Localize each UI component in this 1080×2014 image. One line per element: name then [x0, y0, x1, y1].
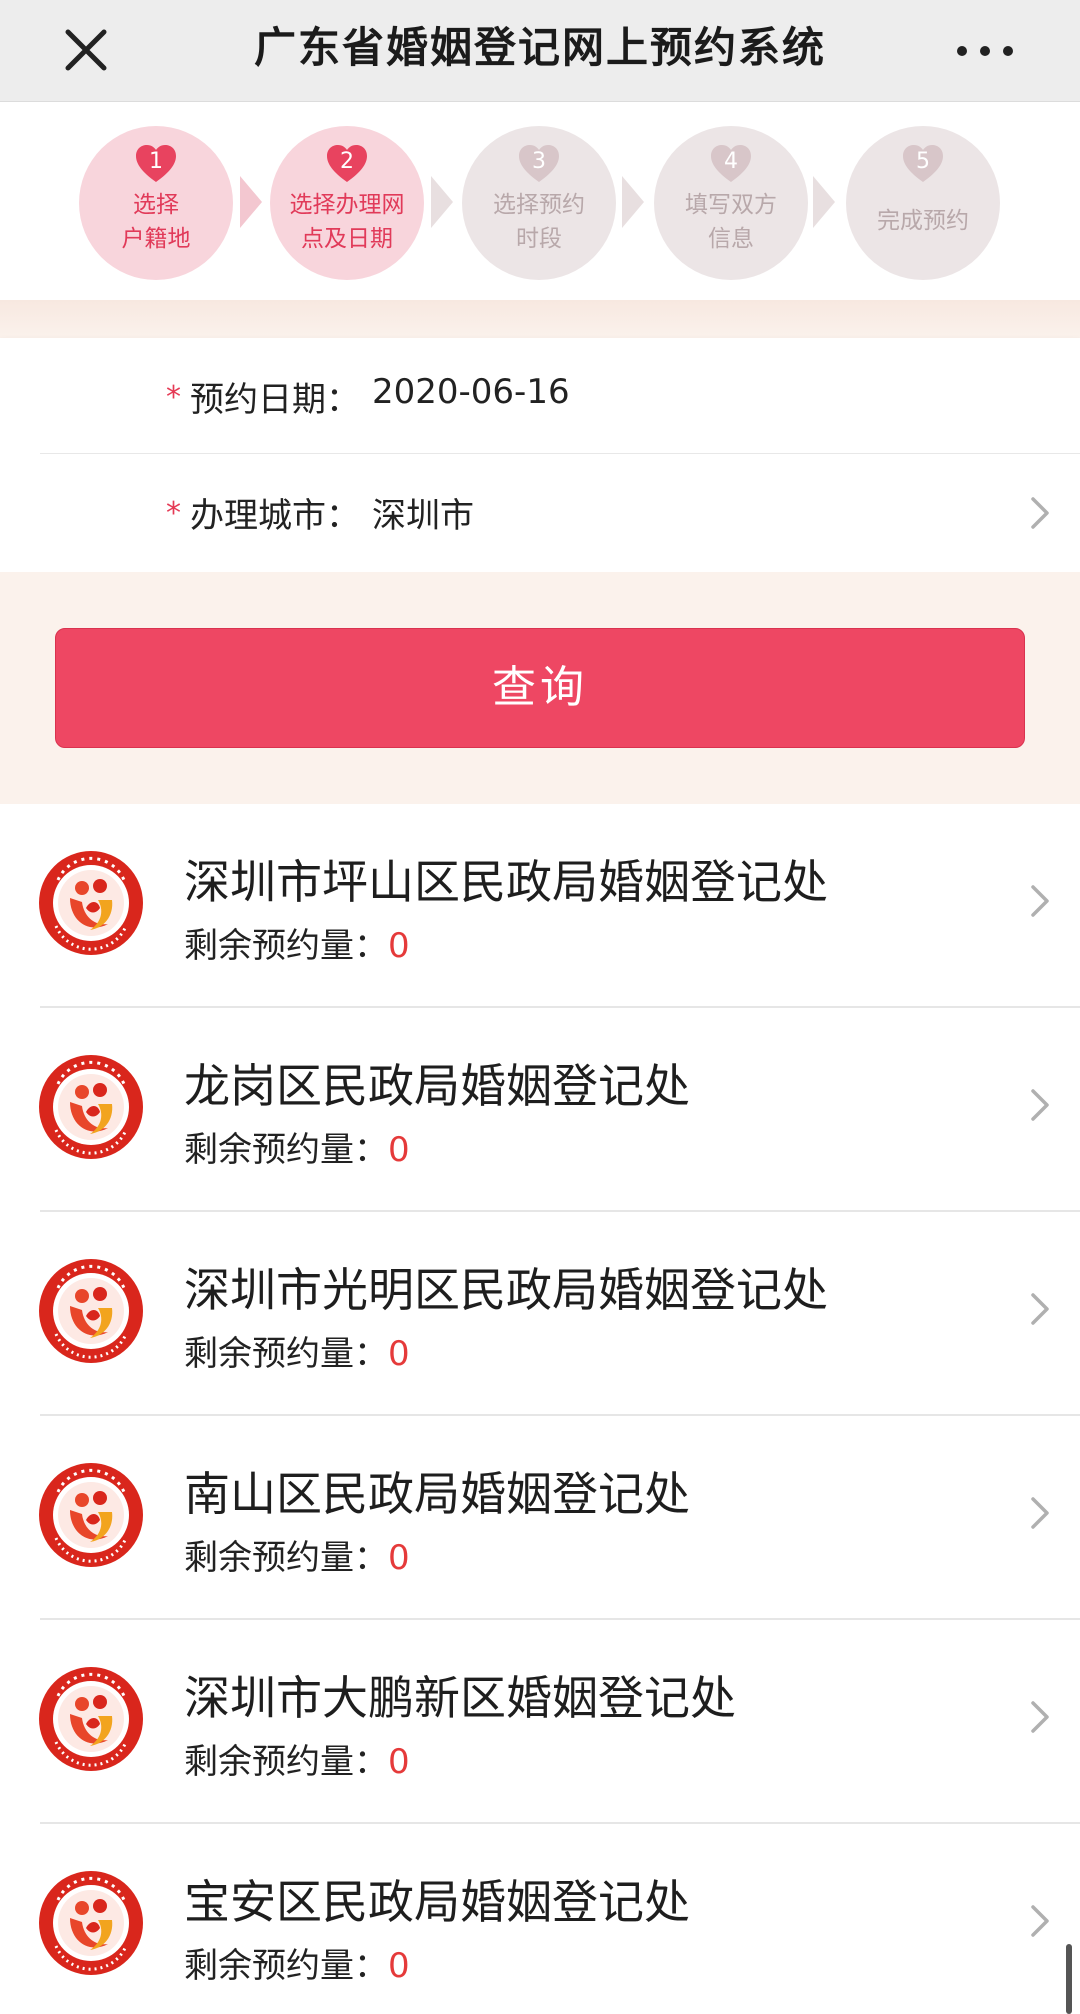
step-arrow-icon: [813, 176, 835, 228]
city-label: 办理城市：: [190, 496, 360, 536]
quota-count: 0: [388, 1334, 410, 1374]
step-number: 5: [916, 149, 930, 174]
more-icon[interactable]: [940, 28, 1030, 74]
quota-label: 剩余预约量：: [184, 926, 388, 966]
quota-label: 剩余预约量：: [184, 1334, 388, 1374]
office-name: 深圳市光明区民政局婚姻登记处: [184, 1263, 828, 1317]
city-select[interactable]: * 办理城市： 深圳市: [40, 454, 1080, 570]
marriage-registration-logo: [38, 1258, 144, 1364]
marriage-registration-logo: [38, 1462, 144, 1568]
quota-count: 0: [388, 926, 410, 966]
query-button[interactable]: 查询: [55, 628, 1025, 748]
date-value: 2020-06-16: [372, 372, 570, 412]
chevron-right-icon: [1031, 497, 1049, 529]
step-number: 2: [340, 149, 354, 174]
chevron-right-icon: [1031, 1905, 1049, 1937]
required-mark: *: [166, 380, 181, 415]
marriage-registration-logo: [38, 850, 144, 956]
query-section: 查询: [0, 572, 1080, 804]
step-3: 3 选择预约 时段: [462, 126, 616, 280]
office-name: 深圳市坪山区民政局婚姻登记处: [184, 855, 828, 909]
office-quota: 剩余预约量：0: [184, 1734, 410, 1783]
date-label: 预约日期：: [190, 380, 360, 420]
office-name: 宝安区民政局婚姻登记处: [184, 1875, 690, 1929]
office-list-item[interactable]: 南山区民政局婚姻登记处剩余预约量：0: [0, 1416, 1080, 1620]
booking-form: * 预约日期： 2020-06-16 * 办理城市： 深圳市: [0, 338, 1080, 572]
marriage-registration-logo: [38, 1054, 144, 1160]
scrollbar[interactable]: [1066, 1944, 1072, 2014]
step-label: 选择办理网 点及日期: [289, 192, 405, 252]
office-name: 深圳市大鹏新区婚姻登记处: [184, 1671, 736, 1725]
step-number: 4: [724, 149, 738, 174]
quota-count: 0: [388, 1946, 410, 1986]
office-list-item[interactable]: 深圳市坪山区民政局婚姻登记处剩余预约量：0: [0, 804, 1080, 1008]
top-bar: 广东省婚姻登记网上预约系统: [0, 0, 1080, 102]
office-quota: 剩余预约量：0: [184, 918, 410, 967]
quota-label: 剩余预约量：: [184, 1130, 388, 1170]
step-5: 5 完成预约: [846, 126, 1000, 280]
chevron-right-icon: [1031, 885, 1049, 917]
step-arrow-icon: [240, 176, 262, 228]
office-quota: 剩余预约量：0: [184, 1122, 410, 1171]
step-number: 1: [149, 149, 163, 174]
quota-count: 0: [388, 1538, 410, 1578]
chevron-right-icon: [1031, 1497, 1049, 1529]
office-name: 龙岗区民政局婚姻登记处: [184, 1059, 690, 1113]
marriage-registration-logo: [38, 1870, 144, 1976]
office-list-item[interactable]: 深圳市大鹏新区婚姻登记处剩余预约量：0: [0, 1620, 1080, 1824]
quota-label: 剩余预约量：: [184, 1538, 388, 1578]
step-1: 1 选择 户籍地: [79, 126, 233, 280]
section-divider: [0, 300, 1080, 338]
quota-count: 0: [388, 1742, 410, 1782]
step-label: 选择 户籍地: [121, 192, 191, 252]
marriage-registration-logo: [38, 1666, 144, 1772]
step-number: 3: [532, 149, 546, 174]
office-quota: 剩余预约量：0: [184, 1938, 410, 1987]
step-arrow-icon: [431, 176, 453, 228]
city-value: 深圳市: [372, 496, 474, 536]
step-label: 选择预约 时段: [493, 192, 585, 252]
quota-label: 剩余预约量：: [184, 1742, 388, 1782]
step-2: 2 选择办理网 点及日期: [270, 126, 424, 280]
step-4: 4 填写双方 信息: [654, 126, 808, 280]
date-row: * 预约日期： 2020-06-16: [40, 338, 1080, 454]
office-name: 南山区民政局婚姻登记处: [184, 1467, 690, 1521]
chevron-right-icon: [1031, 1293, 1049, 1325]
step-arrow-icon: [622, 176, 644, 228]
office-quota: 剩余预约量：0: [184, 1530, 410, 1579]
step-label: 填写双方 信息: [685, 192, 777, 252]
office-quota: 剩余预约量：0: [184, 1326, 410, 1375]
chevron-right-icon: [1031, 1701, 1049, 1733]
close-icon[interactable]: [56, 20, 116, 80]
step-label: 完成预约: [877, 208, 969, 234]
required-mark: *: [166, 496, 181, 531]
chevron-right-icon: [1031, 1089, 1049, 1121]
page-title: 广东省婚姻登记网上预约系统: [253, 23, 826, 72]
office-list-item[interactable]: 龙岗区民政局婚姻登记处剩余预约量：0: [0, 1008, 1080, 1212]
office-list: 深圳市坪山区民政局婚姻登记处 剩余预约量：0 龙岗区民政局婚姻登记处 剩余预约量：0…: [0, 804, 1080, 2014]
quota-count: 0: [388, 1130, 410, 1170]
progress-steps: 1 选择 户籍地 2 选择办理网 点及日期 3 选择预约 时段 4 填写双方 信息 5 …: [0, 102, 1080, 300]
quota-label: 剩余预约量：: [184, 1946, 388, 1986]
office-list-item[interactable]: 深圳市光明区民政局婚姻登记处剩余预约量：0: [0, 1212, 1080, 1416]
office-list-item[interactable]: 宝安区民政局婚姻登记处剩余预约量：0: [0, 1824, 1080, 2014]
